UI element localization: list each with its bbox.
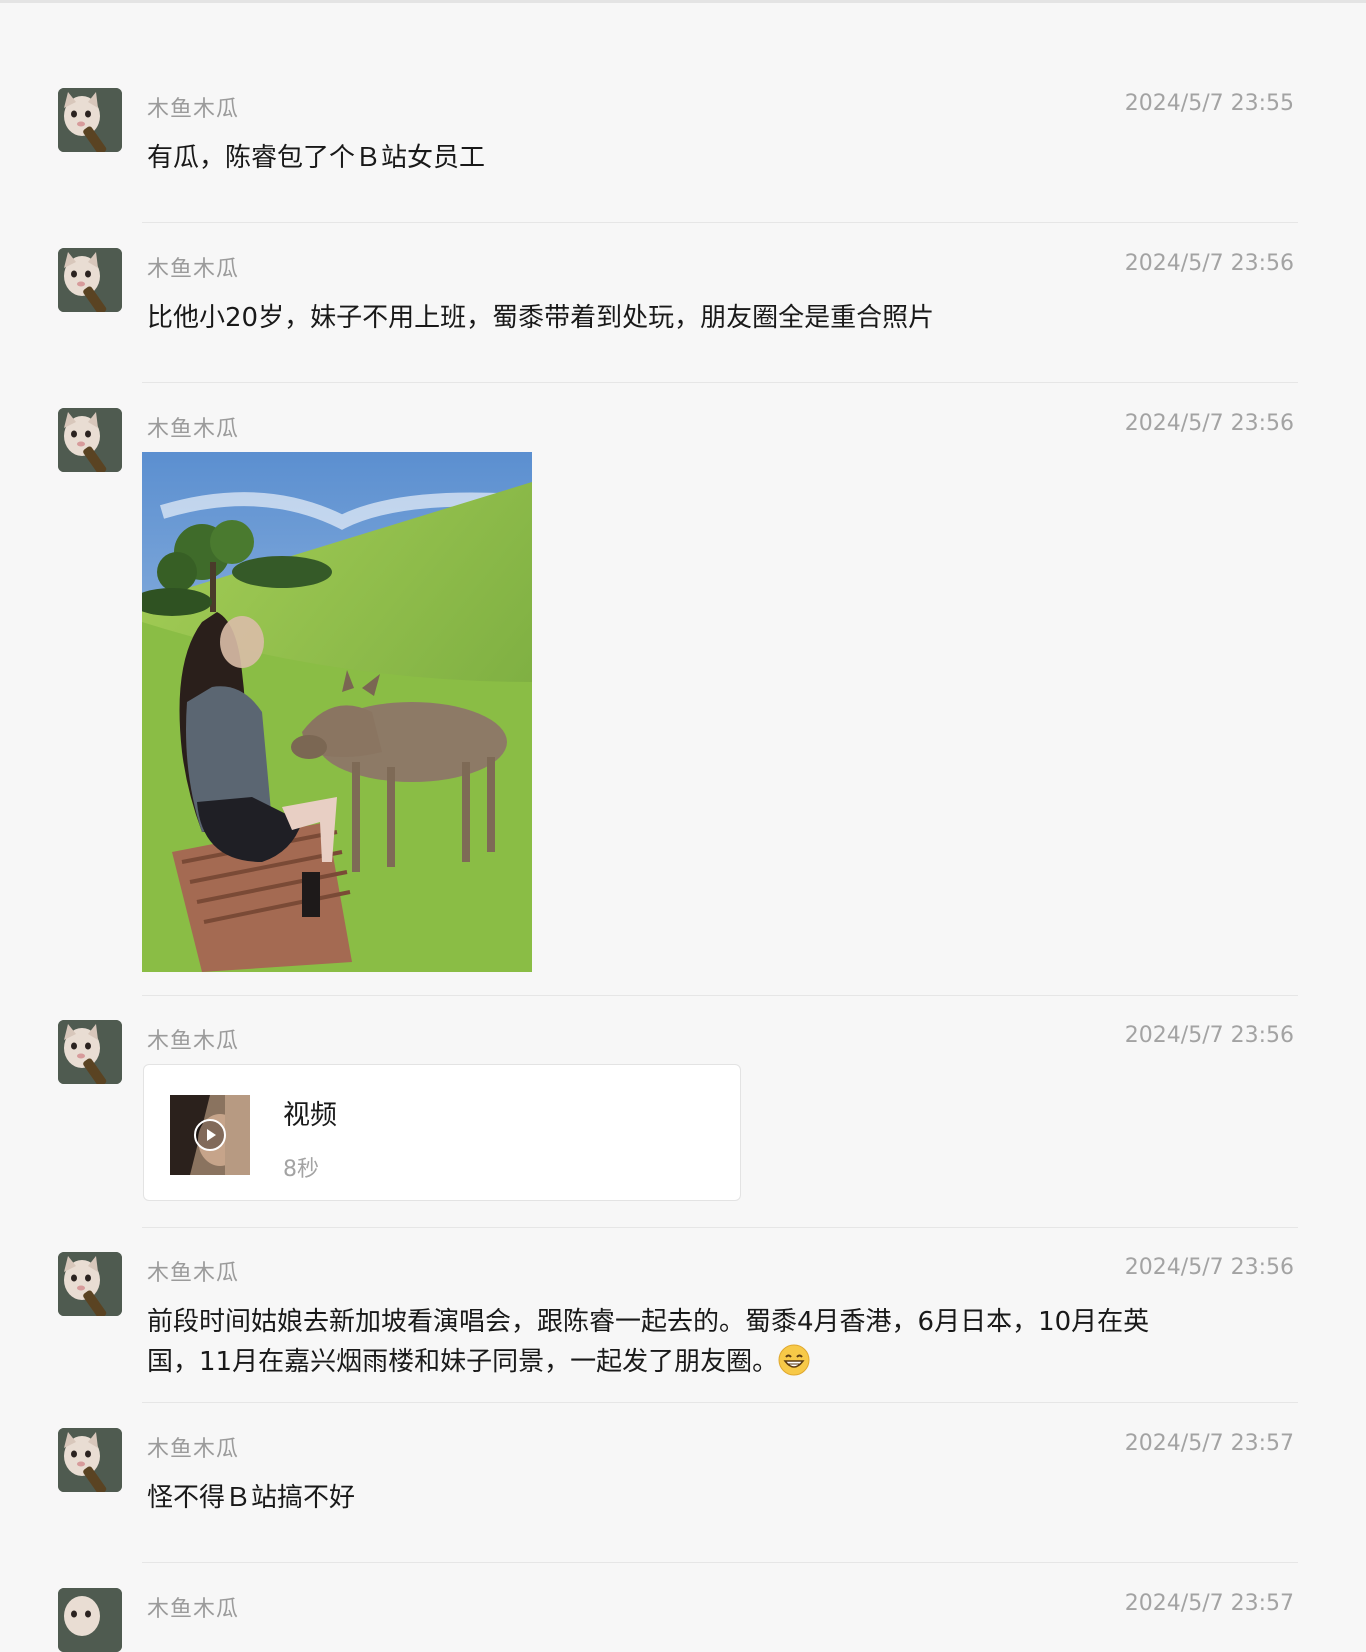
avatar[interactable]: [58, 408, 122, 472]
message-timestamp: 2024/5/7 23:56: [1124, 1023, 1294, 1048]
avatar[interactable]: [58, 88, 122, 152]
message-text: 比他小20岁，妹子不用上班，蜀黍带着到处玩，朋友圈全是重合照片: [147, 303, 935, 333]
message-image[interactable]: [142, 452, 532, 972]
message-text: 有瓜，陈睿包了个Ｂ站女员工: [147, 143, 486, 173]
message-divider: [142, 1402, 1298, 1403]
sender-name: 木鱼木瓜: [147, 97, 240, 122]
message-timestamp: 2024/5/7 23:55: [1124, 91, 1294, 116]
sender-name: 木鱼木瓜: [147, 417, 240, 442]
video-thumbnail: [170, 1095, 250, 1175]
message-text-line: 国，11月在嘉兴烟雨楼和妹子同景，一起发了朋友圈。: [147, 1342, 1247, 1382]
avatar[interactable]: [58, 1252, 122, 1316]
sender-name: 木鱼木瓜: [147, 1261, 240, 1286]
sender-name: 木鱼木瓜: [147, 257, 240, 282]
video-duration: 8秒: [283, 1157, 319, 1182]
message-divider: [142, 1227, 1298, 1228]
grinning-face-icon: [778, 1344, 810, 1376]
avatar[interactable]: [58, 248, 122, 312]
message-timestamp: 2024/5/7 23:57: [1124, 1591, 1294, 1616]
message-timestamp: 2024/5/7 23:56: [1124, 411, 1294, 436]
avatar[interactable]: [58, 1020, 122, 1084]
message-timestamp: 2024/5/7 23:56: [1124, 1255, 1294, 1280]
video-title: 视频: [283, 1100, 337, 1131]
video-card[interactable]: 视频 8秒: [143, 1064, 741, 1201]
sender-name: 木鱼木瓜: [147, 1437, 240, 1462]
message-divider: [142, 382, 1298, 383]
message-divider: [142, 1562, 1298, 1563]
message-text: 怪不得Ｂ站搞不好: [147, 1483, 356, 1513]
message-divider: [142, 995, 1298, 996]
sender-name: 木鱼木瓜: [147, 1597, 240, 1622]
message-text: 前段时间姑娘去新加坡看演唱会，跟陈睿一起去的。蜀黍4月香港，6月日本，10月在英…: [147, 1302, 1247, 1382]
avatar[interactable]: [58, 1588, 122, 1652]
message-timestamp: 2024/5/7 23:57: [1124, 1431, 1294, 1456]
message-timestamp: 2024/5/7 23:56: [1124, 251, 1294, 276]
message-text-segment: 国，11月在嘉兴烟雨楼和妹子同景，一起发了朋友圈。: [147, 1347, 779, 1377]
chat-message-list[interactable]: 木鱼木瓜 2024/5/7 23:55 有瓜，陈睿包了个Ｂ站女员工 木鱼木瓜 2…: [0, 0, 1366, 1652]
message-divider: [142, 222, 1298, 223]
message-text-line: 前段时间姑娘去新加坡看演唱会，跟陈睿一起去的。蜀黍4月香港，6月日本，10月在英: [147, 1307, 1150, 1337]
avatar[interactable]: [58, 1428, 122, 1492]
play-icon: [194, 1119, 226, 1151]
sender-name: 木鱼木瓜: [147, 1029, 240, 1054]
